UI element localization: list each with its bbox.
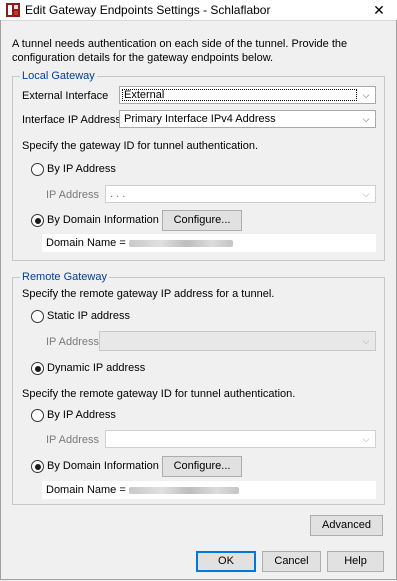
interface-ip-label: Interface IP Address xyxy=(22,114,121,126)
remote-ip-prompt: Specify the remote gateway IP address fo… xyxy=(22,288,275,300)
local-configure-button[interactable]: Configure... xyxy=(162,210,242,231)
local-by-ip-radio[interactable] xyxy=(31,163,44,176)
local-ip-address-select[interactable]: . . . ⌵ xyxy=(105,185,376,203)
local-gateway-legend: Local Gateway xyxy=(20,70,97,82)
local-id-prompt: Specify the gateway ID for tunnel authen… xyxy=(22,140,259,152)
remote-id-prompt: Specify the remote gateway ID for tunnel… xyxy=(22,388,296,400)
remote-domain-name-field: Domain Name = xyxy=(42,481,376,499)
remote-gateway-legend: Remote Gateway xyxy=(20,271,109,283)
remote-by-ip-radio[interactable] xyxy=(31,409,44,422)
chevron-down-icon: ⌵ xyxy=(362,336,370,346)
chevron-down-icon: ⌵ xyxy=(362,434,370,444)
remote-by-domain-label[interactable]: By Domain Information xyxy=(47,459,159,473)
remote-dynamic-ip-radio[interactable] xyxy=(31,362,44,375)
remote-domain-name-label: Domain Name = xyxy=(46,484,126,496)
remote-by-domain-radio[interactable] xyxy=(31,460,44,473)
local-by-domain-label[interactable]: By Domain Information xyxy=(47,213,159,227)
remote-by-ip-label[interactable]: By IP Address xyxy=(47,408,116,422)
close-icon[interactable]: ✕ xyxy=(367,0,391,20)
external-interface-select[interactable]: External ⌵ xyxy=(119,86,376,104)
remote-dynamic-ip-label[interactable]: Dynamic IP address xyxy=(47,361,145,375)
remote-static-ip-radio[interactable] xyxy=(31,310,44,323)
window-title: Edit Gateway Endpoints Settings - Schlaf… xyxy=(25,3,271,17)
local-by-domain-radio[interactable] xyxy=(31,214,44,227)
chevron-down-icon: ⌵ xyxy=(362,90,370,100)
local-ip-address-label: IP Address xyxy=(46,189,99,201)
remote-id-ip-address-label: IP Address xyxy=(46,434,99,446)
local-ip-address-value: . . . xyxy=(110,188,126,200)
remote-id-ip-address-select[interactable]: ⌵ xyxy=(105,430,376,448)
interface-ip-select[interactable]: Primary Interface IPv4 Address ⌵ xyxy=(119,110,376,128)
external-interface-value: External xyxy=(124,89,165,101)
advanced-button[interactable]: Advanced xyxy=(310,515,383,536)
local-domain-name-label: Domain Name = xyxy=(46,237,126,249)
remote-ip-address-select[interactable]: ⌵ xyxy=(99,331,376,351)
local-domain-name-field: Domain Name = xyxy=(42,234,376,252)
help-button[interactable]: Help xyxy=(327,551,384,572)
remote-ip-address-label: IP Address xyxy=(46,336,99,348)
intro-text: A tunnel needs authentication on each si… xyxy=(12,38,348,64)
redacted-domain-value xyxy=(128,486,239,494)
remote-configure-button[interactable]: Configure... xyxy=(162,456,242,477)
cancel-button[interactable]: Cancel xyxy=(262,551,321,572)
remote-static-ip-label[interactable]: Static IP address xyxy=(47,309,130,323)
external-interface-label: External Interface xyxy=(22,90,109,102)
app-icon xyxy=(6,3,20,17)
redacted-domain-value xyxy=(128,239,233,247)
local-by-ip-label[interactable]: By IP Address xyxy=(47,162,116,176)
chevron-down-icon: ⌵ xyxy=(362,114,370,124)
ok-button[interactable]: OK xyxy=(196,551,256,572)
title-bar: Edit Gateway Endpoints Settings - Schlaf… xyxy=(0,0,397,21)
interface-ip-value: Primary Interface IPv4 Address xyxy=(124,113,276,125)
chevron-down-icon: ⌵ xyxy=(362,189,370,199)
